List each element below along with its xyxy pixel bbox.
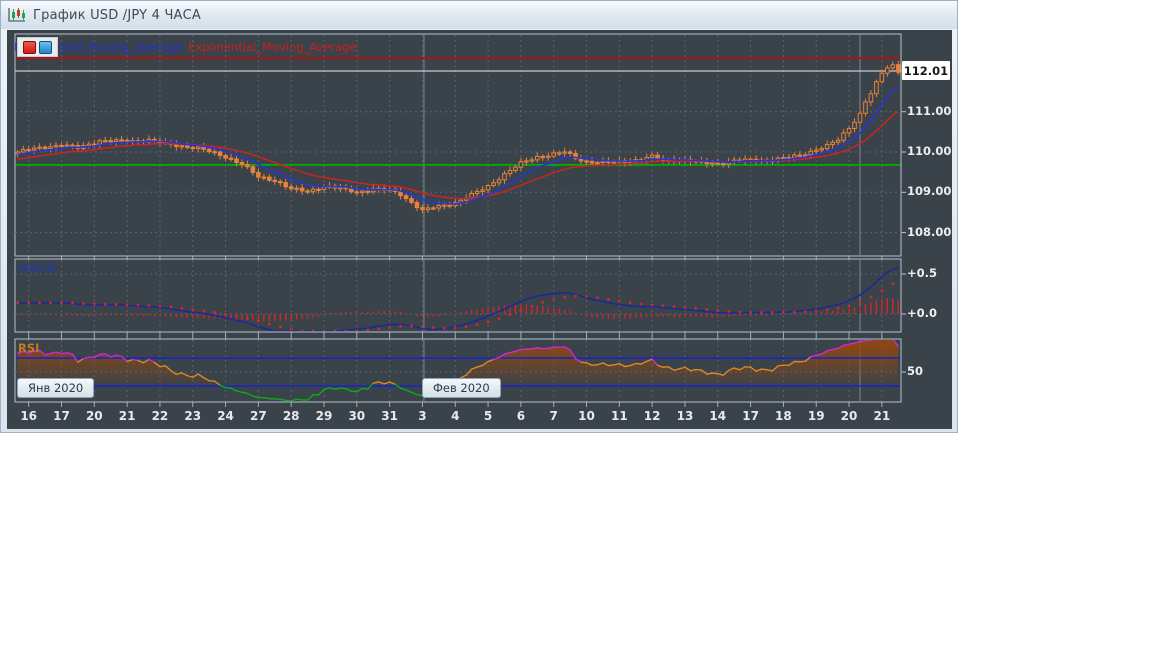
x-axis-label: 18 <box>768 409 798 423</box>
x-axis-label: 6 <box>506 409 536 423</box>
x-axis-label: 31 <box>375 409 405 423</box>
indicator-legend: Exponential_Moving_AverageExponential_Mo… <box>14 40 357 54</box>
price-axis-label: 110.00 <box>907 144 951 158</box>
month-label-jan: Янв 2020 <box>17 378 94 398</box>
x-axis-label: 20 <box>834 409 864 423</box>
x-axis-label: 5 <box>473 409 503 423</box>
x-axis-label: 22 <box>145 409 175 423</box>
x-axis-label: 27 <box>243 409 273 423</box>
x-axis-label: 7 <box>539 409 569 423</box>
price-axis-label: 109.00 <box>907 184 951 198</box>
macd-axis-label: +0.5 <box>907 266 937 280</box>
x-axis-label: 4 <box>440 409 470 423</box>
rsi-panel-label: RSI <box>18 341 39 355</box>
price-axis-label: 111.00 <box>907 104 951 118</box>
x-axis-label: 11 <box>604 409 634 423</box>
x-axis-label: 19 <box>801 409 831 423</box>
x-axis-label: 16 <box>14 409 44 423</box>
macd-axis-label: +0.0 <box>907 306 937 320</box>
candlestick-chart-icon <box>8 7 26 23</box>
x-axis-label: 3 <box>407 409 437 423</box>
titlebar[interactable]: График USD /JPY 4 ЧАСА <box>1 1 957 29</box>
x-axis-label: 21 <box>112 409 142 423</box>
window-title: График USD /JPY 4 ЧАСА <box>33 8 201 23</box>
x-axis-label: 12 <box>637 409 667 423</box>
x-axis-label: 24 <box>211 409 241 423</box>
current-price-badge: 112.01 <box>902 61 950 80</box>
x-axis-label: 29 <box>309 409 339 423</box>
macd-panel-label: MACD <box>18 261 56 275</box>
legend-ema-slow-label: Exponential_Moving_Average <box>188 40 356 54</box>
legend-swatch-box <box>17 37 58 57</box>
price-axis-label: 108.00 <box>907 225 951 239</box>
rsi-axis-label: 50 <box>907 364 923 378</box>
month-label-feb: Фев 2020 <box>422 378 501 398</box>
x-axis-label: 17 <box>46 409 76 423</box>
x-axis-label: 28 <box>276 409 306 423</box>
x-axis-label: 23 <box>178 409 208 423</box>
ema-slow-color-swatch[interactable] <box>23 41 36 54</box>
x-axis-label: 14 <box>703 409 733 423</box>
chart-window: График USD /JPY 4 ЧАСА ✕ Exponential_Mov… <box>0 0 958 433</box>
x-axis-label: 30 <box>342 409 372 423</box>
x-axis-label: 10 <box>572 409 602 423</box>
ema-fast-color-swatch[interactable] <box>39 41 52 54</box>
x-axis-label: 20 <box>79 409 109 423</box>
x-axis-label: 17 <box>736 409 766 423</box>
chart-area[interactable] <box>1 1 959 434</box>
x-axis-label: 21 <box>867 409 897 423</box>
x-axis-label: 13 <box>670 409 700 423</box>
